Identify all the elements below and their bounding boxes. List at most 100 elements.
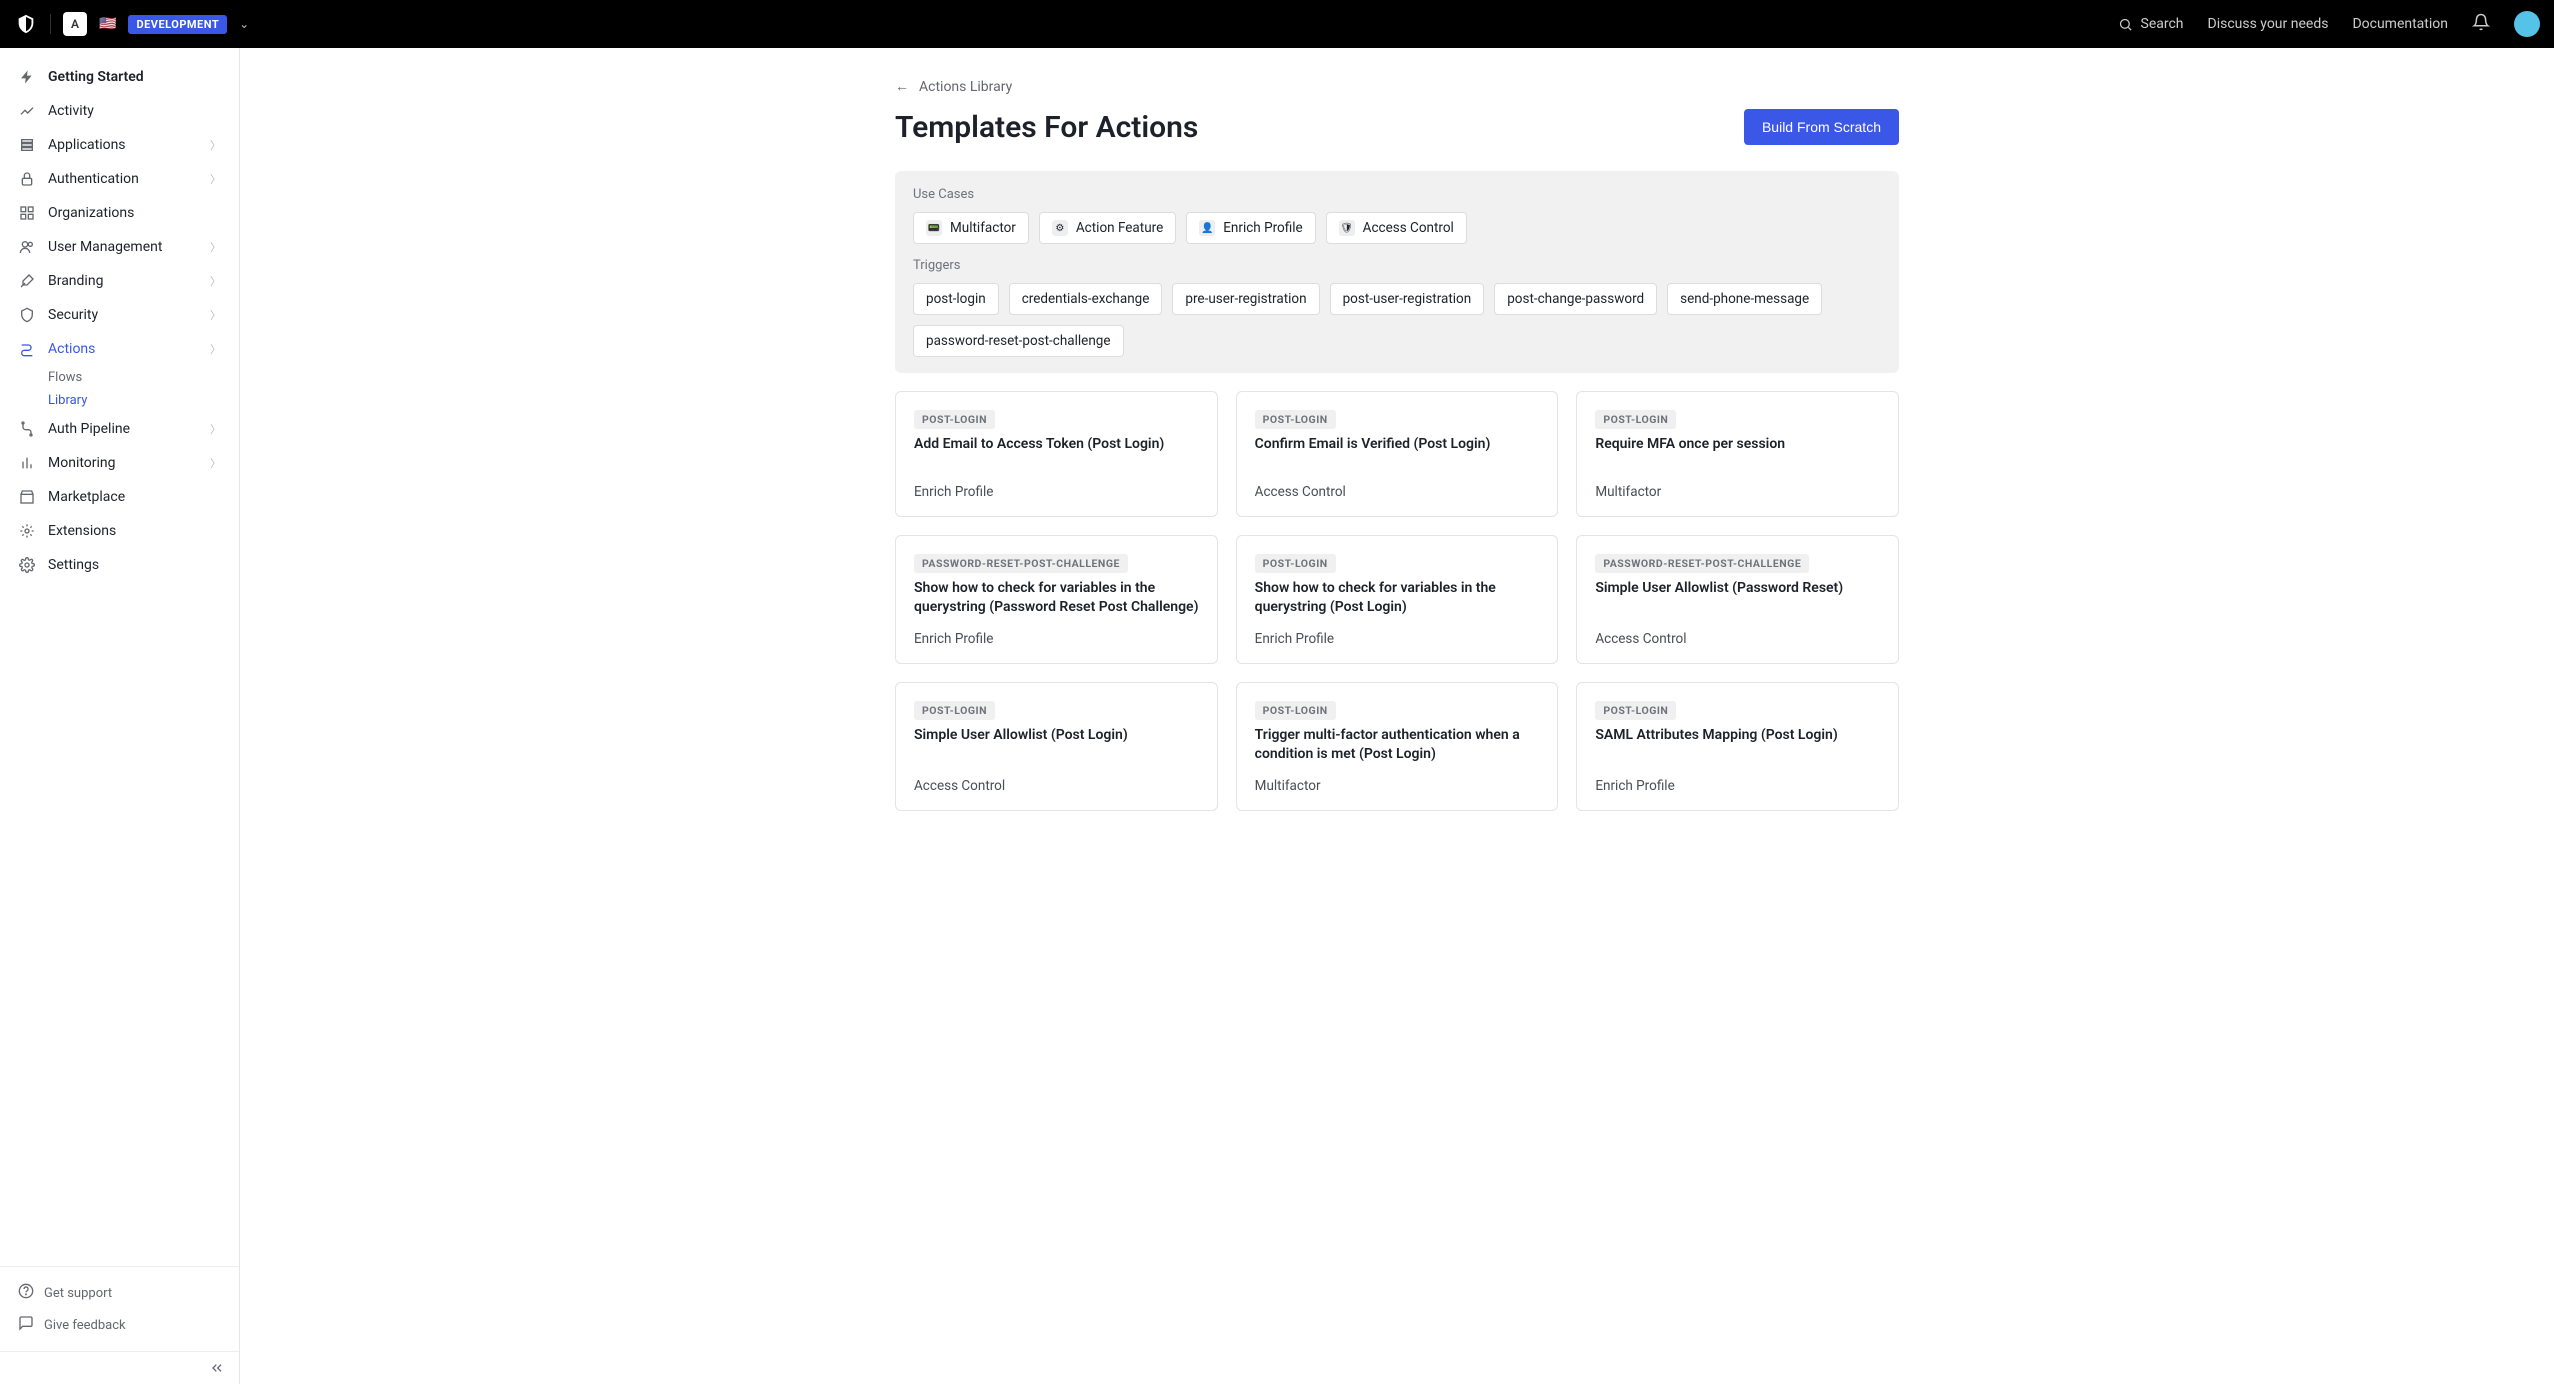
sidebar-item-security[interactable]: Security〉 (0, 298, 239, 332)
sidebar-item-label: Organizations (48, 205, 134, 221)
sidebar-subitem-flows[interactable]: Flows (0, 366, 239, 389)
gear-icon (18, 556, 36, 574)
sidebar-item-actions[interactable]: Actions〉 (0, 332, 239, 366)
tenant-switch-chevron-icon[interactable]: ⌄ (239, 17, 249, 31)
chevron-right-icon: 〉 (210, 341, 221, 357)
template-title: Confirm Email is Verified (Post Login) (1255, 435, 1540, 454)
sidebar-item-label: Settings (48, 557, 99, 573)
sidebar-item-settings[interactable]: Settings (0, 548, 239, 582)
template-card[interactable]: POST-LOGINSimple User Allowlist (Post Lo… (895, 682, 1218, 811)
trigger-chip-send-phone-message[interactable]: send-phone-message (1667, 283, 1822, 315)
trigger-chip-credentials-exchange[interactable]: credentials-exchange (1009, 283, 1163, 315)
environment-badge: DEVELOPMENT (128, 15, 227, 34)
template-card[interactable]: POST-LOGINRequire MFA once per sessionMu… (1576, 391, 1899, 517)
sidebar-item-getting-started[interactable]: Getting Started (0, 60, 239, 94)
help-give-feedback[interactable]: Give feedback (0, 1309, 239, 1341)
sidebar-item-monitoring[interactable]: Monitoring 〉 (0, 446, 239, 480)
use-cases-label: Use Cases (913, 187, 1881, 202)
template-card[interactable]: POST-LOGIN Trigger multi-factor authentic… (1236, 682, 1559, 811)
sidebar-item-label: User Management (48, 239, 162, 255)
trigger-chip-pre-user-registration[interactable]: pre-user-registration (1172, 283, 1319, 315)
template-category: Multifactor (1595, 484, 1880, 500)
sidebar-item-label: Branding (48, 273, 103, 289)
usecase-chip-action-feature[interactable]: ⚙Action Feature (1039, 212, 1176, 244)
usecase-chip-enrich-profile[interactable]: 👤Enrich Profile (1186, 212, 1315, 244)
bolt-icon (18, 68, 36, 86)
documentation-link[interactable]: Documentation (2352, 16, 2448, 32)
template-trigger-badge: POST-LOGIN (1255, 554, 1336, 573)
usecase-chip-multifactor[interactable]: 📟Multifactor (913, 212, 1029, 244)
sidebar-item-label: Extensions (48, 523, 116, 539)
template-card[interactable]: POST-LOGINConfirm Email is Verified (Pos… (1236, 391, 1559, 517)
users-icon (18, 238, 36, 256)
sidebar-item-authentication[interactable]: Authentication〉 (0, 162, 239, 196)
sidebar-subitem-library[interactable]: Library (0, 389, 239, 412)
chip-icon: 🛡 (1339, 220, 1355, 236)
page-title: Templates For Actions (895, 110, 1198, 145)
template-category: Enrich Profile (914, 484, 1199, 500)
sidebar-item-label: Applications (48, 137, 126, 153)
discuss-link[interactable]: Discuss your needs (2208, 16, 2329, 32)
build-from-scratch-button[interactable]: Build From Scratch (1744, 109, 1899, 145)
sidebar-item-organizations[interactable]: Organizations (0, 196, 239, 230)
notifications-icon[interactable] (2472, 13, 2490, 35)
chevron-right-icon: 〉 (210, 137, 221, 153)
chart-icon (18, 102, 36, 120)
flow-icon (18, 340, 36, 358)
template-trigger-badge: POST-LOGIN (914, 410, 995, 429)
help-get-support[interactable]: Get support (0, 1277, 239, 1309)
search-button[interactable]: Search (2118, 16, 2184, 32)
sidebar-item-label: Security (48, 307, 98, 323)
template-title: Simple User Allowlist (Password Reset) (1595, 579, 1880, 598)
sidebar-item-label: Activity (48, 103, 94, 119)
trigger-chip-password-reset-post-challenge[interactable]: password-reset-post-challenge (913, 325, 1124, 357)
template-category: Enrich Profile (1255, 631, 1540, 647)
tenant-avatar[interactable]: A (63, 12, 87, 36)
sidebar-item-extensions[interactable]: Extensions (0, 514, 239, 548)
sidebar-item-auth-pipeline[interactable]: Auth Pipeline〉 (0, 412, 239, 446)
filter-panel: Use Cases 📟Multifactor ⚙Action Feature 👤En… (895, 171, 1899, 373)
sidebar-item-user-management[interactable]: User Management〉 (0, 230, 239, 264)
sidebar-item-label: Auth Pipeline (48, 421, 130, 437)
chevron-right-icon: 〉 (210, 171, 221, 187)
template-category: Access Control (1595, 631, 1880, 647)
ext-icon (18, 522, 36, 540)
template-card[interactable]: POST-LOGIN Add Email to Access Token (Pos… (895, 391, 1218, 517)
template-card[interactable]: PASSWORD-RESET-POST-CHALLENGEShow how to… (895, 535, 1218, 664)
template-trigger-badge: POST-LOGIN (1255, 701, 1336, 720)
brush-icon (18, 272, 36, 290)
template-title: SAML Attributes Mapping (Post Login) (1595, 726, 1880, 745)
sidebar-item-label: Monitoring (48, 455, 116, 471)
template-category: Access Control (1255, 484, 1540, 500)
template-trigger-badge: POST-LOGIN (914, 701, 995, 720)
sidebar-item-label: Marketplace (48, 489, 125, 505)
template-title: Show how to check for variables in the q… (1255, 579, 1540, 617)
sidebar: Getting StartedActivityApplications〉Auth… (0, 48, 240, 1384)
sidebar-item-branding[interactable]: Branding 〉 (0, 264, 239, 298)
template-card[interactable]: POST-LOGIN Show how to check for variable… (1236, 535, 1559, 664)
template-card[interactable]: PASSWORD-RESET-POST-CHALLENGESimple User… (1576, 535, 1899, 664)
template-title: Add Email to Access Token (Post Login) (914, 435, 1199, 454)
region-flag-icon: 🇺🇸 (99, 16, 116, 32)
trigger-chip-post-change-password[interactable]: post-change-password (1494, 283, 1657, 315)
trigger-chip-post-user-registration[interactable]: post-user-registration (1330, 283, 1485, 315)
chevron-right-icon: 〉 (210, 273, 221, 289)
chip-icon: 📟 (926, 220, 942, 236)
back-to-library-link[interactable]: ← Actions Library (895, 78, 1899, 95)
sidebar-item-marketplace[interactable]: Marketplace (0, 480, 239, 514)
org-icon (18, 204, 36, 222)
template-card[interactable]: POST-LOGINSAML Attributes Mapping (Post … (1576, 682, 1899, 811)
chip-icon: 👤 (1199, 220, 1215, 236)
template-title: Trigger multi-factor authentication when… (1255, 726, 1540, 764)
chevron-right-icon: 〉 (210, 455, 221, 471)
sidebar-item-activity[interactable]: Activity (0, 94, 239, 128)
user-avatar[interactable] (2514, 11, 2540, 37)
trigger-chip-post-login[interactable]: post-login (913, 283, 999, 315)
collapse-sidebar-button[interactable] (0, 1351, 239, 1384)
topbar: A 🇺🇸 DEVELOPMENT ⌄ Search Discuss your n… (0, 0, 2554, 48)
help-icon (18, 1283, 34, 1303)
sidebar-item-applications[interactable]: Applications 〉 (0, 128, 239, 162)
template-category: Multifactor (1255, 778, 1540, 794)
market-icon (18, 488, 36, 506)
usecase-chip-access-control[interactable]: 🛡Access Control (1326, 212, 1467, 244)
